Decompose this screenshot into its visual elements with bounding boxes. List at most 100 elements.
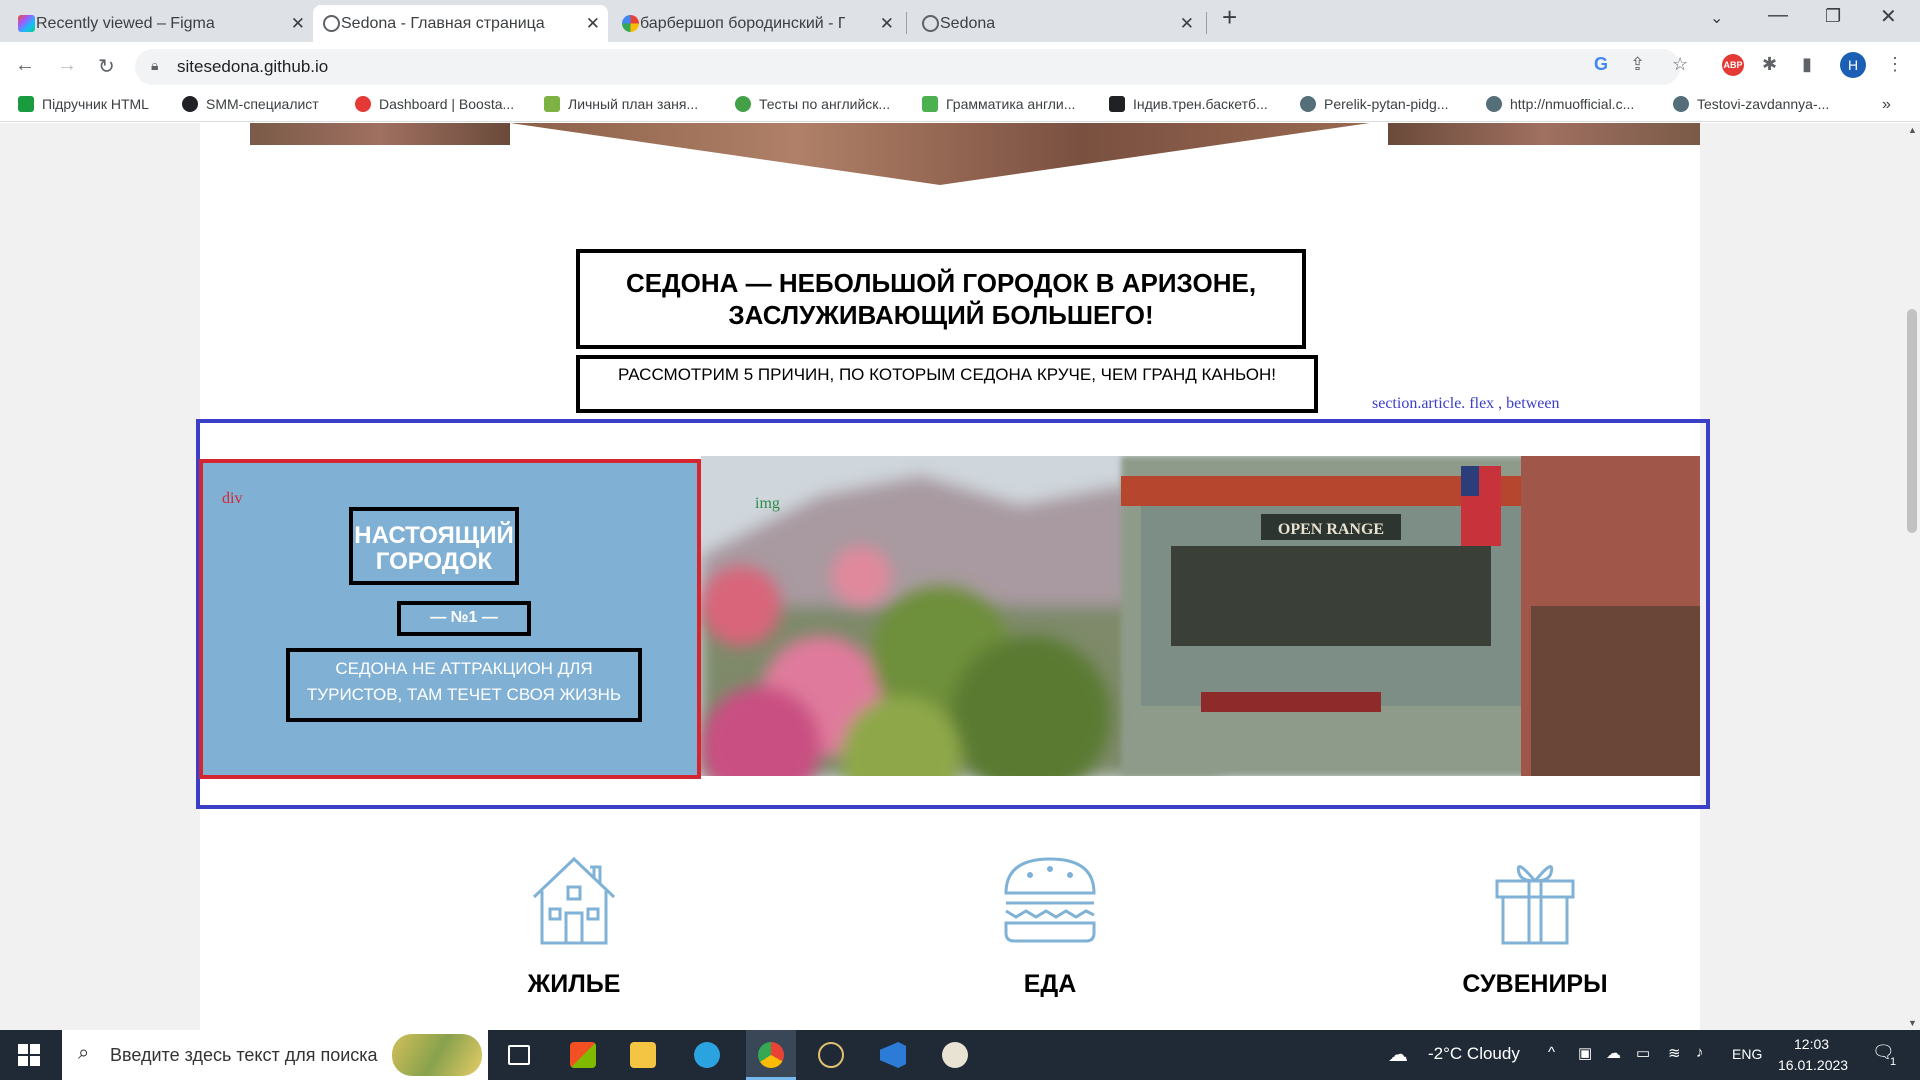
- card-number: — №1 —: [397, 601, 531, 636]
- bookmark-star-icon[interactable]: ☆: [1672, 54, 1688, 75]
- menu-kebab-icon[interactable]: ⋮: [1886, 54, 1904, 75]
- extensions-icon[interactable]: ✱: [1762, 54, 1777, 75]
- feature-label: ЕДА: [1023, 970, 1077, 998]
- globe-icon: [922, 15, 939, 32]
- bookmark-label: Підручник HTML: [42, 96, 149, 112]
- feature-souvenirs: СУВЕНИРЫ: [1425, 853, 1645, 999]
- bookmark-item[interactable]: Грамматика англи...: [922, 96, 1075, 112]
- google-icon: [622, 15, 639, 32]
- page-title: СЕДОНА — НЕБОЛЬШОЙ ГОРОДОК В АРИЗОНЕ, ЗА…: [576, 249, 1306, 349]
- bookmark-label: Testovi-zavdannya-...: [1697, 96, 1830, 112]
- tab-sedona[interactable]: Sedona ✕: [912, 5, 1202, 42]
- volume-icon[interactable]: ♪: [1696, 1044, 1704, 1061]
- gift-icon: [1495, 865, 1575, 945]
- bookmark-item[interactable]: Індив.трен.баскетб...: [1109, 96, 1268, 112]
- chrome-taskbar-button[interactable]: [746, 1030, 796, 1080]
- address-bar[interactable]: 🔒︎ sitesedona.github.io: [135, 49, 1680, 85]
- bookmark-item[interactable]: Dashboard | Boosta...: [355, 96, 514, 112]
- page-viewport: СЕДОНА — НЕБОЛЬШОЙ ГОРОДОК В АРИЗОНЕ, ЗА…: [0, 123, 1904, 1030]
- bookmark-icon: [18, 96, 34, 112]
- close-icon[interactable]: ✕: [1180, 14, 1194, 34]
- bookmark-item[interactable]: Testovi-zavdannya-...: [1673, 96, 1829, 112]
- bookmark-item[interactable]: SMM-специалист: [182, 96, 319, 112]
- paint-icon[interactable]: [942, 1042, 968, 1068]
- page-subtitle: РАССМОТРИМ 5 ПРИЧИН, ПО КОТОРЫМ СЕДОНА К…: [576, 355, 1318, 413]
- figma-icon: [18, 15, 35, 32]
- close-icon[interactable]: ✕: [586, 14, 600, 34]
- url-text[interactable]: sitesedona.github.io: [177, 57, 328, 77]
- tray-chevron-icon[interactable]: ^: [1548, 1044, 1555, 1061]
- bookmark-label: http://nmuofficial.c...: [1510, 96, 1635, 112]
- file-explorer-icon[interactable]: [630, 1042, 656, 1068]
- tab-google-search[interactable]: барбершоп бородинский - Пои ✕: [612, 5, 902, 42]
- profile-avatar[interactable]: H: [1840, 52, 1866, 78]
- lock-icon: 🔒︎: [151, 57, 159, 73]
- share-icon[interactable]: ⇪: [1630, 54, 1645, 75]
- bookmark-item[interactable]: Підручник HTML: [18, 96, 149, 112]
- bookmark-item[interactable]: Тесты по английск...: [735, 96, 890, 112]
- vertical-scrollbar[interactable]: ▲ ▼: [1904, 123, 1920, 1030]
- card-text: СЕДОНА НЕ АТТРАКЦИОН ДЛЯ ТУРИСТОВ, ТАМ Т…: [286, 648, 642, 722]
- bookmark-icon: [1109, 96, 1125, 112]
- bookmark-label: SMM-специалист: [206, 96, 319, 112]
- task-view-icon[interactable]: [508, 1045, 530, 1065]
- tab-search-chevron-icon[interactable]: ⌄: [1710, 8, 1723, 28]
- svg-text:OPEN RANGE: OPEN RANGE: [1278, 521, 1384, 538]
- vscode-icon[interactable]: [880, 1042, 906, 1068]
- hero-image-center: [510, 123, 1370, 185]
- bookmark-item[interactable]: Perelik-pytan-pidg...: [1300, 96, 1449, 112]
- tab-label: Sedona: [940, 14, 996, 32]
- new-tab-icon[interactable]: +: [1222, 2, 1237, 33]
- windows-start-icon[interactable]: [18, 1044, 40, 1066]
- bookmark-label: Perelik-pytan-pidg...: [1324, 96, 1449, 112]
- tab-sedona-main[interactable]: Sedona - Главная страница ✕: [313, 5, 608, 42]
- more-bookmarks-icon[interactable]: »: [1882, 96, 1891, 114]
- battery-icon[interactable]: ▭: [1636, 1044, 1650, 1062]
- scrollbar-thumb[interactable]: [1907, 309, 1917, 533]
- onedrive-icon[interactable]: ☁: [1606, 1044, 1621, 1062]
- reload-icon[interactable]: ↻: [98, 54, 115, 79]
- wifi-icon[interactable]: ≋: [1668, 1044, 1681, 1062]
- meet-icon[interactable]: ▣: [1578, 1044, 1592, 1062]
- back-arrow-icon[interactable]: ←: [15, 54, 35, 77]
- scroll-up-icon[interactable]: ▲: [1908, 125, 1917, 135]
- hero-image-bottom: [200, 123, 1700, 185]
- adblock-icon[interactable]: ABP: [1722, 54, 1744, 76]
- minimize-icon[interactable]: —: [1768, 4, 1788, 27]
- language-indicator[interactable]: ENG: [1732, 1046, 1762, 1062]
- taskbar: ⌕ Введите здесь текст для поиска ☁ -2°C …: [0, 1030, 1920, 1080]
- feature-label: ЖИЛЬЕ: [527, 970, 621, 998]
- search-placeholder: Введите здесь текст для поиска: [110, 1044, 378, 1065]
- burger-icon: [1004, 857, 1096, 943]
- side-panel-icon[interactable]: ▮: [1802, 54, 1812, 75]
- google-lens-icon[interactable]: G: [1594, 54, 1608, 75]
- article-image: OPEN RANGE: [701, 456, 1700, 776]
- bookmark-item[interactable]: Личный план заня...: [544, 96, 698, 112]
- window-close-icon[interactable]: ✕: [1880, 4, 1897, 29]
- bookmark-label: Індив.трен.баскетб...: [1133, 96, 1268, 112]
- forward-arrow-icon[interactable]: →: [57, 54, 77, 77]
- bookmark-item[interactable]: http://nmuofficial.c...: [1486, 96, 1634, 112]
- telegram-icon[interactable]: [694, 1042, 720, 1068]
- clock-time[interactable]: 12:03: [1794, 1036, 1829, 1052]
- close-icon[interactable]: ✕: [880, 14, 894, 34]
- bookmark-icon: [355, 96, 371, 112]
- taskbar-search-input[interactable]: ⌕ Введите здесь текст для поиска: [62, 1030, 488, 1080]
- app-icon[interactable]: [818, 1042, 844, 1068]
- bookmark-label: Личный план заня...: [568, 96, 699, 112]
- cloud-icon[interactable]: ☁: [1388, 1042, 1408, 1067]
- hero-image-left: [250, 123, 510, 145]
- restore-icon[interactable]: ❐: [1825, 6, 1841, 27]
- bookmark-icon: [1673, 96, 1689, 112]
- clock-date[interactable]: 16.01.2023: [1778, 1057, 1848, 1073]
- scroll-down-icon[interactable]: ▼: [1908, 1018, 1917, 1028]
- store-icon[interactable]: [570, 1042, 596, 1068]
- img-annotation: img: [755, 495, 780, 512]
- hero-image-right: [1388, 123, 1700, 145]
- section-annotation: section.article. flex , between: [1372, 395, 1560, 412]
- bookmark-icon: [182, 96, 198, 112]
- tab-figma[interactable]: Recently viewed – Figma ✕: [8, 5, 313, 42]
- weather-text[interactable]: -2°C Cloudy: [1428, 1044, 1520, 1064]
- close-icon[interactable]: ✕: [291, 14, 305, 34]
- bookmark-icon: [922, 96, 938, 112]
